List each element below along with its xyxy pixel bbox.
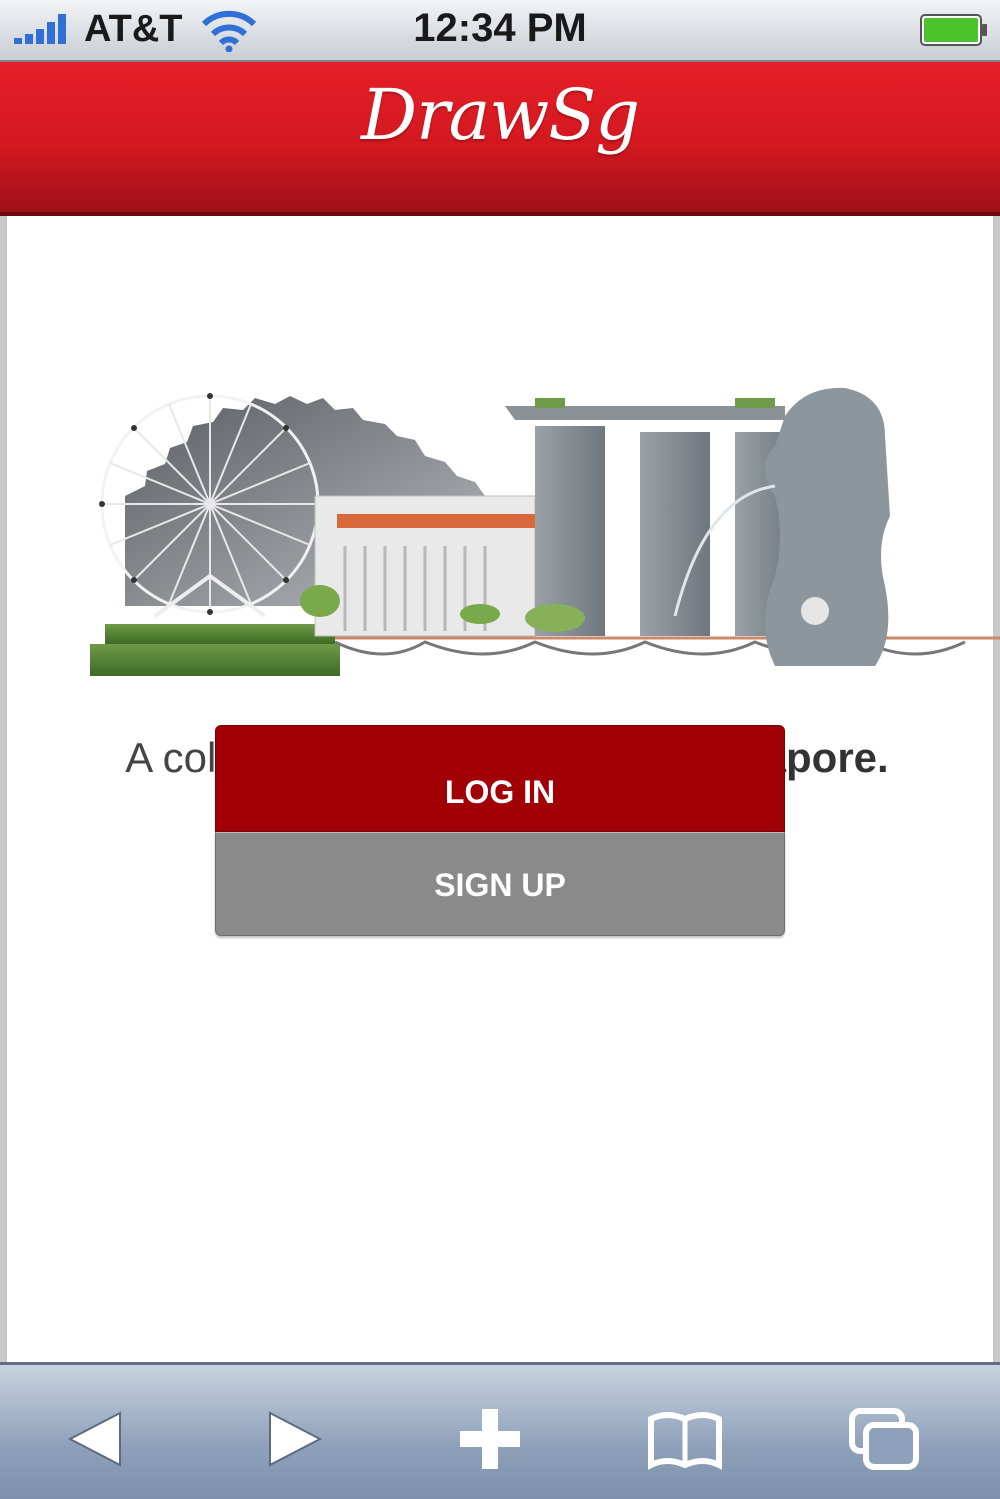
login-button[interactable]: LOG IN [215,725,785,832]
add-icon[interactable] [450,1405,530,1473]
pages-icon[interactable] [842,1405,922,1473]
battery-icon [920,14,987,46]
status-bar: AT&T 12:34 PM [0,0,1000,62]
bookmarks-icon[interactable] [645,1405,725,1473]
signup-button[interactable]: SIGN UP [215,832,785,936]
app-logo: DrawSg [361,74,640,156]
browser-toolbar [0,1362,1000,1499]
back-icon[interactable] [56,1405,136,1473]
app-header: DrawSg [0,62,1000,216]
status-time: 12:34 PM [413,6,587,50]
forward-icon[interactable] [254,1405,334,1473]
singapore-skyline-illustration [90,387,1000,676]
